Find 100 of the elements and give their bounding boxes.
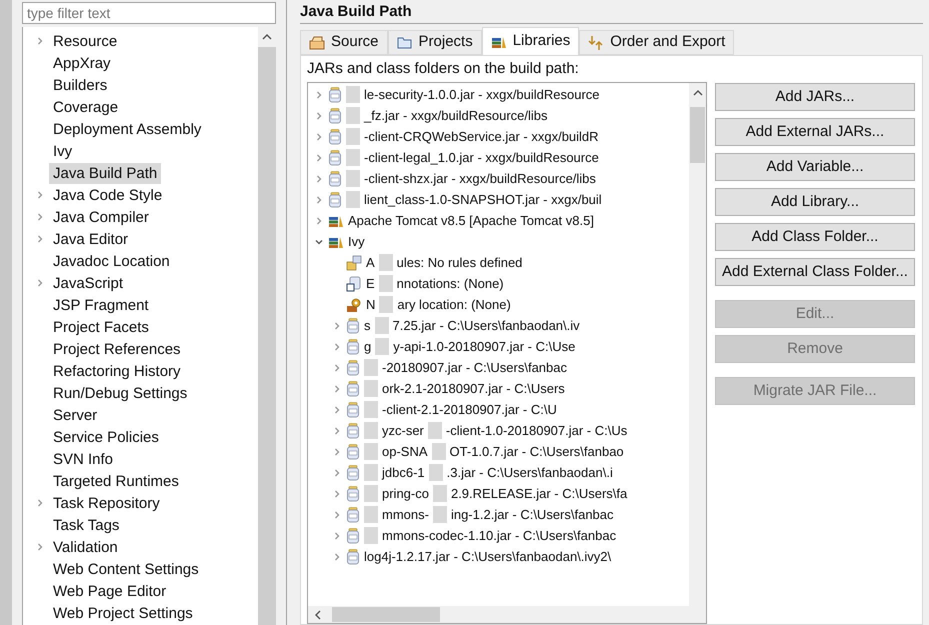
sidebar-item[interactable]: Web Page Editor <box>49 580 170 602</box>
chevron-right-icon[interactable] <box>314 90 324 100</box>
sidebar-item[interactable]: Web Content Settings <box>49 558 203 580</box>
tree-item-label[interactable]: OT-1.0.7.jar - C:\Users\fanbao <box>450 442 624 462</box>
tab[interactable]: Libraries <box>482 27 580 55</box>
tree-item-label[interactable]: N <box>366 294 376 314</box>
sidebar-item[interactable]: JavaScript <box>49 272 128 294</box>
tree-item-label[interactable]: -client-CRQWebService.jar - xxgx/buildR <box>364 126 599 146</box>
chevron-right-icon[interactable] <box>332 342 342 352</box>
sidebar-item[interactable]: Java Code Style <box>49 184 166 206</box>
chevron-right-icon[interactable] <box>35 234 45 244</box>
tree-item-label[interactable]: _fz.jar - xxgx/buildResource/libs <box>364 106 548 126</box>
chevron-right-icon[interactable] <box>314 152 324 162</box>
tab[interactable]: Source <box>300 30 388 55</box>
tab[interactable]: Projects <box>388 30 482 55</box>
action-button[interactable]: Add Class Folder... <box>715 223 915 251</box>
sidebar-item[interactable]: Targeted Runtimes <box>49 470 183 492</box>
tree-item-label[interactable]: -client-shzx.jar - xxgx/buildResource/libs <box>364 168 596 188</box>
sidebar-item[interactable]: Task Tags <box>49 514 124 536</box>
chevron-right-icon[interactable] <box>314 174 324 184</box>
sidebar-item[interactable]: Server <box>49 404 102 426</box>
tree-item-label[interactable]: Ivy <box>348 232 365 252</box>
tree-item-label[interactable]: A <box>366 252 375 272</box>
tree-item-label[interactable]: y-api-1.0-20180907.jar - C:\Use <box>393 336 576 356</box>
sidebar-item[interactable]: Validation <box>49 536 122 558</box>
tree-item-label[interactable]: lient_class-1.0-SNAPSHOT.jar - xxgx/buil <box>364 190 602 210</box>
sidebar-item[interactable]: Run/Debug Settings <box>49 382 192 404</box>
chevron-right-icon[interactable] <box>314 110 324 120</box>
tree-item-label[interactable]: log4j-1.2.17.jar - C:\Users\fanbaodan\.ivy2\ <box>364 546 612 566</box>
chevron-right-icon[interactable] <box>314 132 324 142</box>
tree-item-label[interactable]: Apache Tomcat v8.5 [Apache Tomcat v8.5] <box>348 210 594 230</box>
scroll-up-icon[interactable] <box>692 89 702 97</box>
sidebar-item[interactable]: Coverage <box>49 96 122 118</box>
scroll-thumb[interactable] <box>332 607 440 622</box>
action-button[interactable]: Add Variable... <box>715 153 915 181</box>
tree-item-label[interactable]: jdbc6-1 <box>382 462 425 482</box>
sidebar-item[interactable]: Refactoring History <box>49 360 185 382</box>
scrollbar[interactable] <box>258 27 276 625</box>
chevron-right-icon[interactable] <box>35 190 45 200</box>
sidebar-item[interactable]: AppXray <box>49 52 115 74</box>
tree-item-label[interactable]: ing-1.2.jar - C:\Users\fanbac <box>450 504 614 524</box>
sidebar-item[interactable]: Task Repository <box>49 492 164 514</box>
tree-item-label[interactable]: E <box>366 274 375 294</box>
chevron-right-icon[interactable] <box>332 530 342 540</box>
sidebar-item[interactable]: Deployment Assembly <box>49 118 206 140</box>
tree-item-label[interactable]: -client-2.1-20180907.jar - C:\U <box>382 400 557 420</box>
sidebar-item[interactable]: SVN Info <box>49 448 118 470</box>
chevron-right-icon[interactable] <box>332 362 342 372</box>
horizontal-scrollbar[interactable] <box>308 606 706 623</box>
scroll-up-icon[interactable] <box>262 33 272 41</box>
tree-item-label[interactable]: mmons- <box>382 504 429 524</box>
tab[interactable]: Order and Export <box>579 30 734 55</box>
action-button[interactable]: Add JARs... <box>715 83 915 111</box>
sidebar-item[interactable]: JSP Fragment <box>49 294 153 316</box>
chevron-right-icon[interactable] <box>35 498 45 508</box>
chevron-right-icon[interactable] <box>332 510 342 520</box>
sidebar-item[interactable]: Javadoc Location <box>49 250 174 272</box>
sidebar-item[interactable]: Project References <box>49 338 185 360</box>
chevron-right-icon[interactable] <box>332 446 342 456</box>
chevron-right-icon[interactable] <box>35 36 45 46</box>
sidebar-item[interactable]: Java Compiler <box>49 206 153 228</box>
tree-item-label[interactable]: -client-1.0-20180907.jar - C:\Us <box>446 420 628 440</box>
tree-item-label[interactable]: op-SNA <box>382 442 428 462</box>
chevron-right-icon[interactable] <box>35 212 45 222</box>
sidebar-item[interactable]: Service Policies <box>49 426 163 448</box>
chevron-right-icon[interactable] <box>35 542 45 552</box>
tree-item-label[interactable]: ork-2.1-20180907.jar - C:\Users <box>382 378 565 398</box>
scroll-thumb[interactable] <box>690 107 705 163</box>
action-button[interactable]: Add Library... <box>715 188 915 216</box>
chevron-right-icon[interactable] <box>314 194 324 204</box>
tree-item-label[interactable]: 2.9.RELEASE.jar - C:\Users\fa <box>450 484 628 504</box>
tree-item-label[interactable]: ules: No rules defined <box>396 252 522 272</box>
chevron-right-icon[interactable] <box>332 426 342 436</box>
tree-item-label[interactable]: yzc-ser <box>382 420 424 440</box>
tree-item-label[interactable]: pring-co <box>382 484 429 504</box>
tree-item-label[interactable]: .3.jar - C:\Users\fanbaodan\.i <box>446 462 613 482</box>
action-button[interactable]: Add External Class Folder... <box>715 258 915 286</box>
tree-item-label[interactable]: -20180907.jar - C:\Users\fanbac <box>382 358 567 378</box>
scroll-left-icon[interactable] <box>314 610 322 620</box>
chevron-right-icon[interactable] <box>332 404 342 414</box>
sidebar-item[interactable]: Resource <box>49 30 122 52</box>
tree-item-label[interactable]: -client-legal_1.0.jar - xxgx/buildResource <box>364 148 599 168</box>
tree-item-label[interactable]: ary location: (None) <box>397 294 511 314</box>
tree-item-label[interactable]: le-security-1.0.0.jar - xxgx/buildResource <box>364 84 600 104</box>
sidebar-item[interactable]: Java Editor <box>49 228 132 250</box>
filter-field[interactable]: type filter text <box>22 2 276 24</box>
tree-item-label[interactable]: 7.25.jar - C:\Users\fanbaodan\.iv <box>392 316 580 336</box>
sidebar-item[interactable]: Builders <box>49 74 112 96</box>
tree-item-label[interactable]: g <box>364 336 372 356</box>
chevron-right-icon[interactable] <box>332 384 342 394</box>
chevron-right-icon[interactable] <box>332 468 342 478</box>
sidebar-item[interactable]: Java Build Path <box>49 162 162 184</box>
tree-item-label[interactable]: nnotations: (None) <box>396 274 504 294</box>
tree-item-label[interactable]: mmons-codec-1.10.jar - C:\Users\fanbac <box>382 526 616 546</box>
chevron-right-icon[interactable] <box>332 552 342 562</box>
sidebar-item[interactable]: Project Facets <box>49 316 153 338</box>
chevron-right-icon[interactable] <box>332 320 342 330</box>
chevron-right-icon[interactable] <box>35 278 45 288</box>
scrollbar[interactable] <box>689 83 706 606</box>
chevron-right-icon[interactable] <box>332 488 342 498</box>
